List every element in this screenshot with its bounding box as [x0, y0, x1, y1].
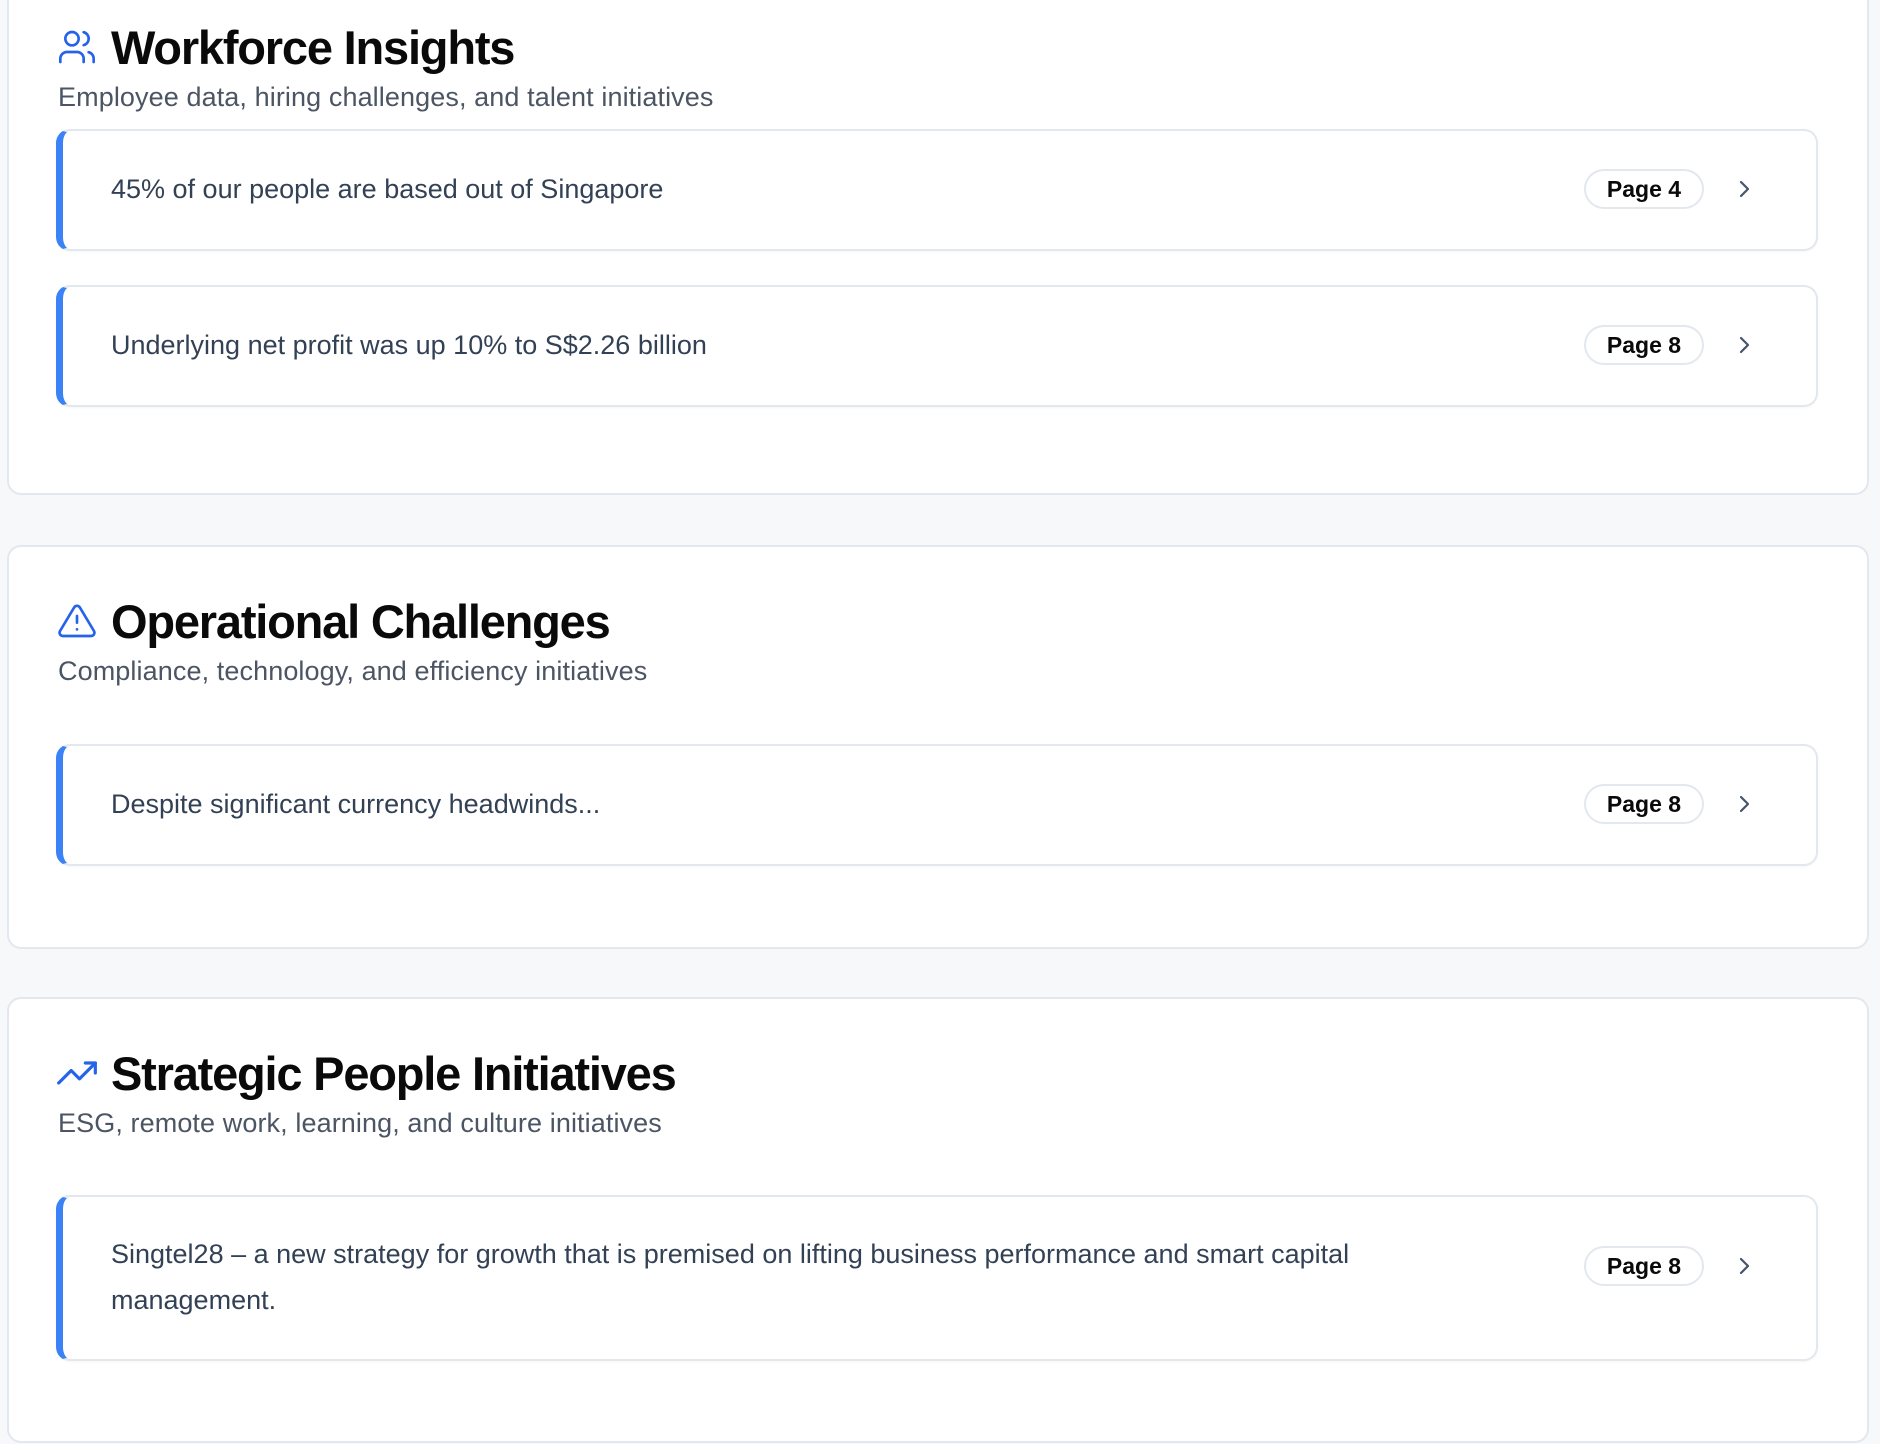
chevron-right-icon[interactable] — [1732, 1254, 1756, 1278]
insight-text: Underlying net profit was up 10% to S$2.… — [111, 330, 707, 360]
section-subtitle: ESG, remote work, learning, and culture … — [58, 1108, 662, 1138]
section-header: Operational Challenges — [57, 593, 611, 649]
insight-text: Singtel28 – a new strategy for growth th… — [111, 1239, 1350, 1315]
section-operational-challenges: Operational Challenges Compliance, techn… — [7, 545, 1869, 949]
section-workforce-insights: Workforce Insights Employee data, hiring… — [7, 0, 1869, 495]
users-icon — [57, 27, 97, 67]
section-strategic-people-initiatives: Strategic People Initiatives ESG, remote… — [7, 997, 1869, 1443]
insight-item[interactable]: 45% of our people are based out of Singa… — [56, 129, 1818, 251]
page-badge[interactable]: Page 8 — [1584, 1246, 1704, 1286]
section-header: Workforce Insights — [57, 19, 515, 75]
insight-item[interactable]: Singtel28 – a new strategy for growth th… — [56, 1195, 1818, 1361]
section-subtitle: Compliance, technology, and efficiency i… — [58, 656, 648, 686]
section-title: Operational Challenges — [111, 594, 611, 648]
section-header: Strategic People Initiatives — [57, 1045, 677, 1101]
insight-text: 45% of our people are based out of Singa… — [111, 174, 664, 204]
trending-up-icon — [57, 1053, 97, 1093]
page-badge[interactable]: Page 8 — [1584, 784, 1704, 824]
page-badge[interactable]: Page 8 — [1584, 325, 1704, 365]
chevron-right-icon[interactable] — [1732, 333, 1756, 357]
insights-page: Workforce Insights Employee data, hiring… — [0, 0, 1880, 1444]
insight-item[interactable]: Despite significant currency headwinds..… — [56, 744, 1818, 866]
page-badge[interactable]: Page 4 — [1584, 169, 1704, 209]
chevron-right-icon[interactable] — [1732, 792, 1756, 816]
warning-triangle-icon — [57, 601, 97, 641]
section-title: Workforce Insights — [111, 20, 515, 74]
insight-text: Despite significant currency headwinds..… — [111, 789, 601, 819]
chevron-right-icon[interactable] — [1732, 177, 1756, 201]
section-subtitle: Employee data, hiring challenges, and ta… — [58, 82, 714, 112]
insight-item[interactable]: Underlying net profit was up 10% to S$2.… — [56, 285, 1818, 407]
section-title: Strategic People Initiatives — [111, 1046, 677, 1100]
